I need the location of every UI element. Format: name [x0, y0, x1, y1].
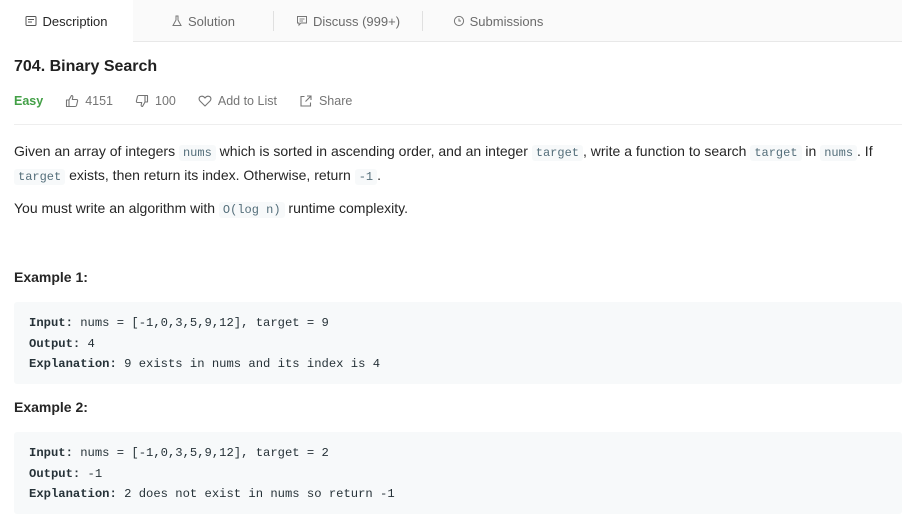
inline-code: target [14, 169, 66, 185]
example-code-block: Input: nums = [-1,0,3,5,9,12], target = … [14, 302, 902, 384]
tab-discuss-label: Discuss (999+) [312, 13, 401, 29]
share-button[interactable]: Share [299, 94, 352, 108]
explanation-label: Explanation: [29, 357, 117, 371]
dislike-count: 100 [155, 94, 176, 108]
input-value: nums = [-1,0,3,5,9,12], target = 9 [72, 316, 329, 330]
inline-code: nums [820, 145, 858, 161]
inline-code: target [750, 145, 802, 161]
inline-code: O(log n) [218, 202, 285, 218]
add-to-list-button[interactable]: Add to List [198, 94, 277, 108]
desc-text: . [377, 167, 381, 183]
example-code-block: Input: nums = [-1,0,3,5,9,12], target = … [14, 432, 902, 514]
desc-text: exists, then return its index. Otherwise… [65, 167, 355, 183]
clock-icon [453, 15, 465, 27]
desc-text: in [801, 143, 821, 159]
inline-code: nums [178, 145, 216, 161]
explanation-value: 9 exists in nums and its index is 4 [116, 357, 381, 371]
thumbs-down-icon [135, 94, 149, 108]
inline-code: target [531, 145, 583, 161]
difficulty-badge: Easy [14, 94, 44, 108]
inline-code: -1 [354, 169, 378, 185]
share-label: Share [318, 94, 353, 108]
input-value: nums = [-1,0,3,5,9,12], target = 2 [72, 446, 329, 460]
problem-meta-bar: Easy 4151 100 Add to List Share [14, 91, 352, 111]
desc-text: . If [857, 143, 873, 159]
tab-solution-label: Solution [188, 13, 235, 29]
desc-text: runtime complexity. [284, 200, 408, 216]
section-divider [14, 124, 902, 125]
input-label: Input: [29, 316, 73, 330]
explanation-value: 2 does not exist in nums so return -1 [116, 487, 395, 501]
tab-solution[interactable]: Solution [133, 0, 273, 42]
desc-text: You must write an algorithm with [14, 200, 219, 216]
example-heading: Example 1: [14, 269, 88, 285]
explanation-label: Explanation: [29, 487, 117, 501]
description-icon [25, 15, 37, 27]
problem-title: 704. Binary Search [14, 58, 158, 75]
output-label: Output: [29, 336, 81, 351]
desc-text: , write a function to search [583, 143, 751, 159]
thumbs-up-icon [65, 94, 79, 108]
output-value: 4 [80, 336, 95, 351]
tab-description-label: Description [42, 13, 108, 29]
example-heading: Example 2: [14, 399, 88, 415]
output-label: Output: [29, 466, 81, 481]
comment-icon [296, 15, 308, 27]
tab-discuss[interactable]: Discuss (999+) [274, 0, 422, 42]
share-icon [299, 94, 313, 108]
desc-text: Given an array of integers [14, 143, 179, 159]
dislike-button[interactable]: 100 [135, 94, 176, 108]
like-button[interactable]: 4151 [65, 94, 113, 108]
heart-icon [198, 94, 212, 108]
desc-text: which is sorted in ascending order, and … [215, 143, 532, 159]
input-label: Input: [29, 446, 73, 460]
like-count: 4151 [85, 94, 114, 108]
complexity-requirement: You must write an algorithm with O(log n… [14, 197, 408, 221]
tab-description[interactable]: Description [0, 0, 133, 43]
add-to-list-label: Add to List [217, 94, 277, 108]
flask-icon [171, 15, 183, 27]
problem-description: Given an array of integers nums which is… [14, 140, 894, 188]
tab-submissions-label: Submissions [469, 13, 544, 29]
tab-submissions[interactable]: Submissions [423, 0, 573, 42]
tab-bar: Description Solution Discuss (999+) Subm… [0, 0, 902, 43]
output-value: -1 [80, 466, 103, 481]
